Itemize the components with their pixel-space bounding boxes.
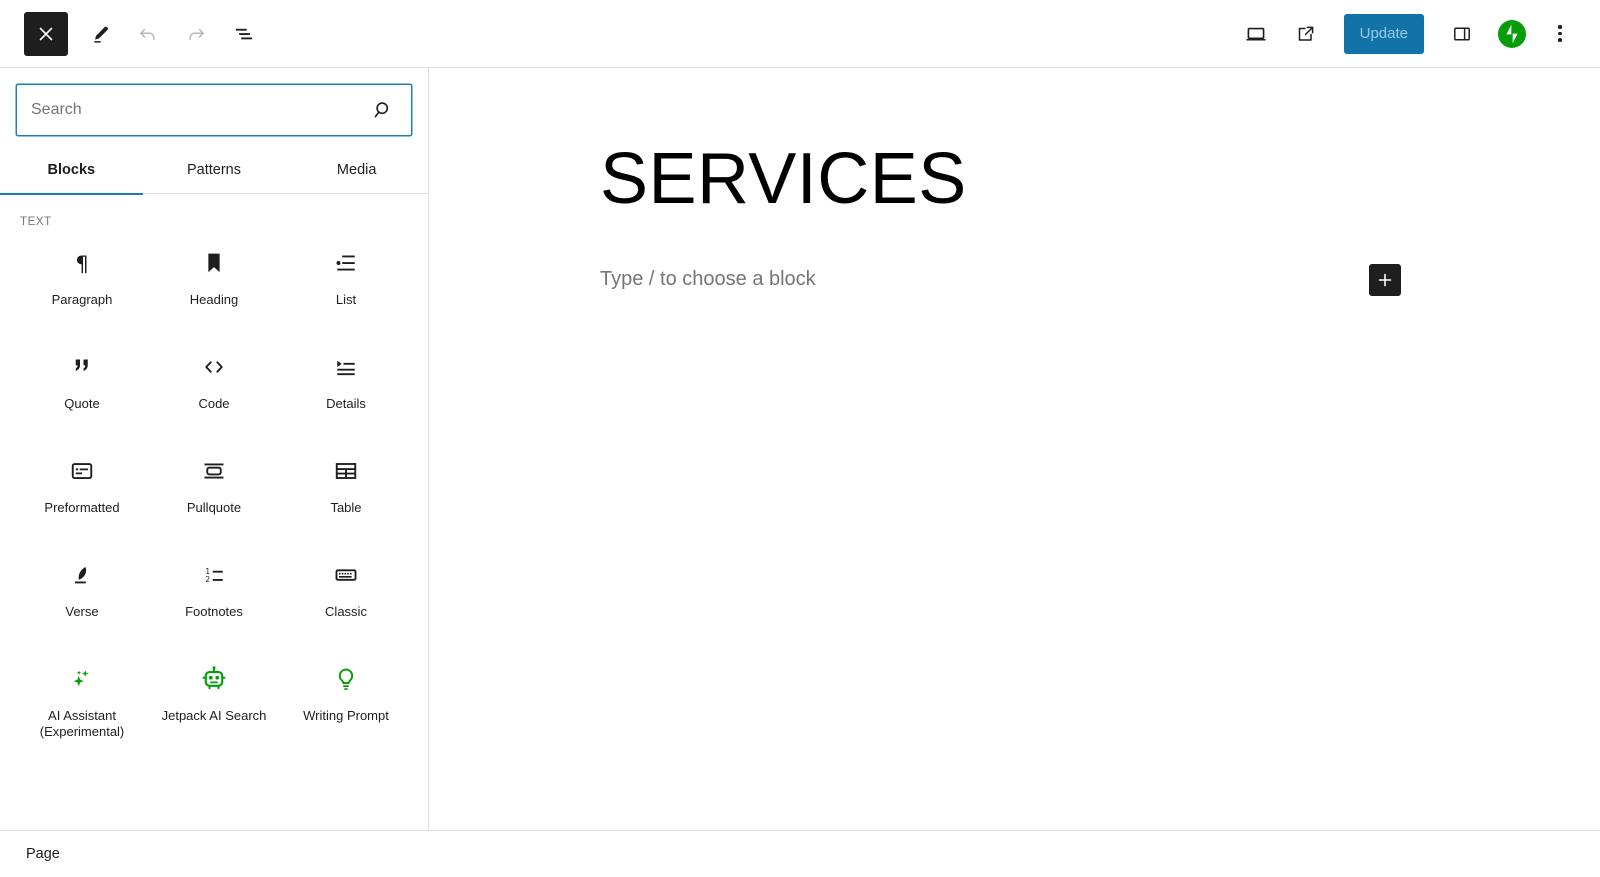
footnotes-icon: 12	[199, 558, 229, 592]
desktop-icon	[1246, 27, 1266, 40]
verse-icon	[67, 558, 97, 592]
document-overview-icon	[235, 28, 253, 39]
block-item-label: Jetpack AI Search	[161, 708, 267, 723]
search-box[interactable]	[16, 84, 412, 136]
block-item-label: Pullquote	[186, 500, 242, 515]
block-item-details[interactable]: Details	[280, 336, 412, 440]
jetpack-icon	[1506, 24, 1518, 43]
block-item-heading[interactable]: Heading	[148, 232, 280, 336]
category-heading-text: TEXT	[20, 216, 52, 228]
header-right-tools: Update	[1234, 12, 1600, 56]
empty-block-placeholder[interactable]: Type / to choose a block	[600, 268, 816, 291]
inserter-tabs: Blocks Patterns Media	[0, 146, 428, 195]
options-menu-button[interactable]	[1540, 12, 1580, 56]
block-item-label: Verse	[65, 604, 99, 619]
view-device-button[interactable]	[1234, 12, 1278, 56]
block-item-verse[interactable]: Verse	[16, 544, 148, 648]
preview-external-button[interactable]	[1284, 12, 1328, 56]
block-item-label: Footnotes	[185, 604, 243, 619]
tab-blocks[interactable]: Blocks	[0, 146, 143, 195]
block-item-label: List	[335, 292, 357, 307]
redo-icon	[189, 28, 204, 40]
editor-app: Update Search Blocks Patterns Media TEXT…	[0, 0, 1600, 877]
sparkles-icon	[67, 662, 97, 696]
block-item-label: Table	[330, 500, 362, 515]
header-left-tools	[0, 11, 266, 56]
block-item-label: Details	[326, 396, 366, 411]
kebab-dot	[1558, 25, 1562, 29]
preformatted-icon	[67, 454, 97, 488]
inserter-body: TEXT ¶ Paragraph Heading List Quote Code Detai…	[0, 194, 428, 830]
classic-icon	[331, 558, 361, 592]
close-icon	[39, 27, 53, 40]
block-item-paragraph[interactable]: ¶ Paragraph	[16, 232, 148, 336]
details-icon	[331, 350, 361, 384]
block-item-code[interactable]: Code	[148, 336, 280, 440]
edit-mode-button[interactable]	[78, 12, 122, 56]
heading-icon	[199, 246, 229, 280]
lightbulb-icon	[331, 662, 361, 696]
close-editor-button[interactable]	[24, 11, 68, 56]
block-item-quote[interactable]: Quote	[16, 336, 148, 440]
undo-button[interactable]	[126, 12, 170, 56]
block-item-writing-prompt[interactable]: Writing Prompt	[280, 648, 412, 752]
document-overview-button[interactable]	[222, 12, 266, 56]
search-icon	[371, 98, 411, 122]
settings-sidebar-button[interactable]	[1440, 12, 1484, 56]
block-item-label: Quote	[64, 396, 100, 411]
paragraph-icon: ¶	[67, 246, 97, 280]
block-inserter-panel: Blocks Patterns Media TEXT ¶ Paragraph Hea…	[0, 68, 429, 830]
breadcrumb: Page	[0, 830, 1600, 877]
editor-header: Update	[0, 0, 1600, 68]
tab-blocks-label: Blocks	[47, 162, 96, 178]
sidebar-panel-icon	[1454, 26, 1470, 41]
update-button[interactable]: Update	[1343, 13, 1424, 54]
add-block-button[interactable]	[1369, 264, 1401, 296]
block-item-label: Preformatted	[44, 500, 120, 515]
breadcrumb-item-page[interactable]: Page	[26, 846, 60, 862]
undo-icon	[140, 28, 155, 40]
svg-text:2: 2	[205, 575, 210, 584]
jetpack-button[interactable]	[1498, 19, 1526, 48]
tab-media-label: Media	[336, 162, 377, 178]
external-link-icon	[1298, 26, 1313, 41]
block-item-label: AI Assistant (Experimental)	[39, 708, 125, 739]
block-item-jetpack-ai-search[interactable]: Jetpack AI Search	[148, 648, 280, 752]
pencil-icon	[94, 26, 108, 43]
block-item-list[interactable]: List	[280, 232, 412, 336]
block-item-label: Paragraph	[51, 292, 113, 307]
page-title[interactable]: SERVICES	[600, 143, 967, 215]
block-item-ai-assistant-experimental[interactable]: AI Assistant (Experimental)	[16, 648, 148, 752]
redo-button[interactable]	[174, 12, 218, 56]
list-icon	[331, 246, 361, 280]
block-item-footnotes[interactable]: 1 2 Footnotes	[148, 544, 280, 648]
block-item-table[interactable]: Table	[280, 440, 412, 544]
code-icon	[199, 350, 229, 384]
tab-patterns-label: Patterns	[187, 162, 241, 178]
block-item-classic[interactable]: Classic	[280, 544, 412, 648]
kebab-dot	[1558, 38, 1562, 42]
block-item-pullquote[interactable]: Pullquote	[148, 440, 280, 544]
tab-media[interactable]: Media	[285, 146, 428, 194]
robot-icon	[199, 662, 229, 696]
table-icon	[331, 454, 361, 488]
search-container	[0, 68, 428, 136]
pullquote-icon	[199, 454, 229, 488]
editor-canvas[interactable]: SERVICES Type / to choose a block	[430, 68, 1600, 830]
block-item-label: Heading	[189, 292, 239, 307]
block-item-label: Classic	[325, 604, 367, 619]
block-item-preformatted[interactable]: Preformatted	[16, 440, 148, 544]
kebab-dot	[1558, 31, 1562, 36]
quote-icon	[67, 350, 97, 384]
block-item-label: Writing Prompt	[303, 708, 389, 723]
search-input[interactable]	[17, 85, 371, 135]
svg-text:¶: ¶	[75, 252, 89, 277]
block-item-label: Code	[198, 396, 230, 411]
plus-icon	[1378, 273, 1392, 287]
block-type-grid: ¶ Paragraph Heading List Quote Code Details Pre…	[16, 232, 412, 752]
tab-patterns[interactable]: Patterns	[143, 146, 286, 194]
